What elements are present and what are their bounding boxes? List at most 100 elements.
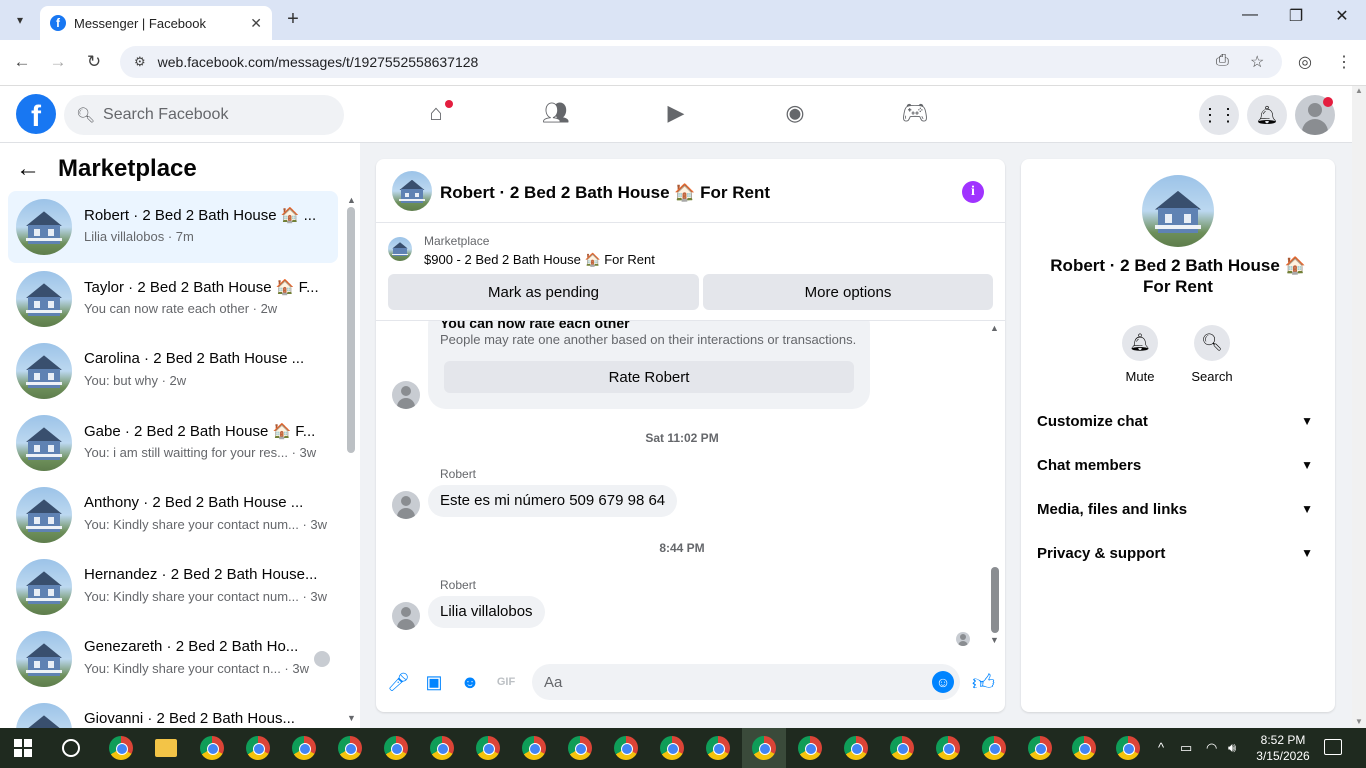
taskbar-chrome-icon[interactable]	[926, 728, 970, 768]
chat-members-section[interactable]: Chat members ▼	[1037, 449, 1319, 481]
facebook-search-box[interactable]: 🔍︎	[64, 95, 344, 135]
privacy-support-section[interactable]: Privacy & support ▼	[1037, 537, 1319, 569]
taskbar-chrome-icon[interactable]	[512, 728, 556, 768]
scroll-up-arrow-icon[interactable]: ▲	[990, 323, 999, 333]
mute-button[interactable]: 🔔︎ Mute	[1110, 325, 1170, 384]
taskbar-chrome-icon[interactable]	[328, 728, 372, 768]
taskbar-chrome-icon[interactable]	[880, 728, 924, 768]
message-bubble[interactable]: Este es mi número 509 679 98 64	[428, 485, 678, 517]
taskbar-chrome-icon[interactable]	[1062, 728, 1106, 768]
battery-icon[interactable]: ▭	[1180, 740, 1192, 756]
menu-grid-icon[interactable]: ⋮⋮	[1199, 95, 1239, 135]
taskbar-chrome-icon[interactable]	[99, 728, 143, 768]
taskbar-chrome-icon[interactable]	[1106, 728, 1150, 768]
windows-start-icon[interactable]	[14, 739, 32, 757]
profile-house-avatar[interactable]	[1142, 175, 1214, 247]
sender-avatar[interactable]	[392, 602, 420, 630]
bookmark-star-icon[interactable]: ☆	[1250, 52, 1264, 72]
conversation-item[interactable]: Gabe · 2 Bed 2 Bath House 🏠 F... You: i …	[8, 407, 338, 479]
new-tab-plus-icon[interactable]: +	[282, 8, 304, 30]
reload-icon[interactable]: ↻	[82, 52, 106, 72]
taskbar-file-explorer-icon[interactable]	[144, 728, 188, 768]
cortana-search-icon[interactable]	[62, 739, 80, 757]
more-options-button[interactable]: More options	[703, 274, 993, 310]
listing-title[interactable]: $900 - 2 Bed 2 Bath House 🏠 For Rent	[424, 252, 655, 268]
taskbar-chrome-icon[interactable]	[788, 728, 832, 768]
scroll-down-arrow-icon[interactable]: ▼	[1352, 717, 1366, 726]
image-attach-icon[interactable]: ▣	[423, 671, 445, 693]
gif-icon[interactable]: GIF	[495, 671, 517, 693]
back-arrow-icon[interactable]: ←	[16, 155, 42, 183]
maximize-window-icon[interactable]: ❐	[1276, 6, 1316, 26]
system-clock[interactable]: 8:52 PM 3/15/2026	[1253, 732, 1313, 764]
browser-menu-icon[interactable]: ⋮	[1336, 52, 1352, 72]
tab-search-chevron-icon[interactable]: ▾	[8, 8, 32, 32]
scroll-up-arrow-icon[interactable]: ▲	[1352, 86, 1366, 95]
taskbar-chrome-icon[interactable]	[466, 728, 510, 768]
install-app-icon[interactable]: ⎙	[1216, 52, 1229, 70]
thumbs-up-like-icon[interactable]: 👍︎	[972, 669, 995, 696]
url-omnibox[interactable]: ⚙ web.facebook.com/messages/t/1927552558…	[120, 46, 1282, 78]
rate-robert-button[interactable]: Rate Robert	[444, 361, 854, 393]
taskbar-chrome-icon[interactable]	[604, 728, 648, 768]
sender-avatar[interactable]	[392, 381, 420, 409]
conversation-item[interactable]: Robert · 2 Bed 2 Bath House 🏠 ... Lilia …	[8, 191, 338, 263]
volume-icon[interactable]: 🔊︎	[1228, 740, 1236, 756]
taskbar-chrome-icon[interactable]	[834, 728, 878, 768]
sender-avatar[interactable]	[392, 491, 420, 519]
taskbar-chrome-icon[interactable]	[1018, 728, 1062, 768]
show-hidden-icons-chevron-icon[interactable]: ^	[1158, 740, 1164, 755]
back-arrow-icon[interactable]: ←	[10, 52, 34, 72]
conversation-item[interactable]: Hernandez · 2 Bed 2 Bath House... You: K…	[8, 551, 338, 623]
sticker-icon[interactable]: ☻	[459, 671, 481, 693]
wifi-icon[interactable]: ◠	[1206, 740, 1217, 756]
taskbar-chrome-icon[interactable]	[420, 728, 464, 768]
conversation-item[interactable]: Genezareth · 2 Bed 2 Bath Ho... You: Kin…	[8, 623, 338, 695]
notifications-bell-icon[interactable]: 🔔︎	[1247, 95, 1287, 135]
search-conversation-button[interactable]: 🔍︎ Search	[1182, 325, 1242, 384]
taskbar-chrome-icon-active[interactable]	[742, 728, 786, 768]
taskbar-chrome-icon[interactable]	[650, 728, 694, 768]
microphone-icon[interactable]: 🎤︎	[387, 671, 410, 693]
info-icon[interactable]: i	[962, 181, 984, 203]
taskbar-chrome-icon[interactable]	[972, 728, 1016, 768]
chat-title[interactable]: Robert · 2 Bed 2 Bath House 🏠 For Rent	[440, 183, 770, 203]
conversation-list-scrollbar[interactable]	[347, 207, 355, 453]
message-input[interactable]	[532, 664, 960, 700]
page-scrollbar[interactable]: ▲ ▼	[1352, 86, 1366, 728]
conversation-item[interactable]: Taylor · 2 Bed 2 Bath House 🏠 F... You c…	[8, 263, 338, 335]
emoji-icon[interactable]: ☺	[932, 671, 954, 693]
scroll-up-arrow-icon[interactable]: ▲	[347, 195, 356, 205]
browser-tab-messenger[interactable]: f Messenger | Facebook ✕	[40, 6, 272, 40]
tab-close-icon[interactable]: ✕	[250, 15, 262, 32]
message-bubble[interactable]: Lilia villalobos	[428, 596, 545, 628]
taskbar-chrome-icon[interactable]	[374, 728, 418, 768]
taskbar-chrome-icon[interactable]	[190, 728, 234, 768]
listing-thumbnail[interactable]	[388, 237, 412, 261]
customize-chat-section[interactable]: Customize chat ▼	[1037, 405, 1319, 437]
minimize-window-icon[interactable]: —	[1230, 6, 1270, 24]
facebook-logo-icon[interactable]: f	[16, 94, 56, 134]
groups-icon[interactable]: ◉	[775, 100, 815, 130]
friends-icon[interactable]: 👥︎	[536, 100, 576, 130]
conversation-item[interactable]: Anthony · 2 Bed 2 Bath House ... You: Ki…	[8, 479, 338, 551]
scroll-down-arrow-icon[interactable]: ▼	[990, 635, 999, 645]
conversation-item[interactable]: Carolina · 2 Bed 2 Bath House ... You: b…	[8, 335, 338, 407]
taskbar-chrome-icon[interactable]	[236, 728, 280, 768]
video-icon[interactable]: ▶	[656, 100, 696, 130]
profile-icon[interactable]: ◎	[1298, 52, 1312, 72]
message-thread-scrollbar[interactable]	[991, 567, 999, 633]
mark-as-pending-button[interactable]: Mark as pending	[388, 274, 699, 310]
taskbar-chrome-icon[interactable]	[558, 728, 602, 768]
site-settings-icon[interactable]: ⚙	[134, 54, 146, 70]
media-files-links-section[interactable]: Media, files and links ▼	[1037, 493, 1319, 525]
gaming-icon[interactable]: 🎮︎	[895, 100, 935, 130]
facebook-search-input[interactable]	[103, 106, 324, 124]
chat-house-avatar[interactable]	[392, 171, 432, 211]
taskbar-chrome-icon[interactable]	[282, 728, 326, 768]
url-text[interactable]: web.facebook.com/messages/t/192755255863…	[158, 54, 479, 70]
scroll-down-arrow-icon[interactable]: ▼	[347, 713, 356, 723]
forward-arrow-icon[interactable]: →	[46, 52, 70, 72]
taskbar-chrome-icon[interactable]	[696, 728, 740, 768]
action-center-icon[interactable]	[1324, 739, 1342, 755]
